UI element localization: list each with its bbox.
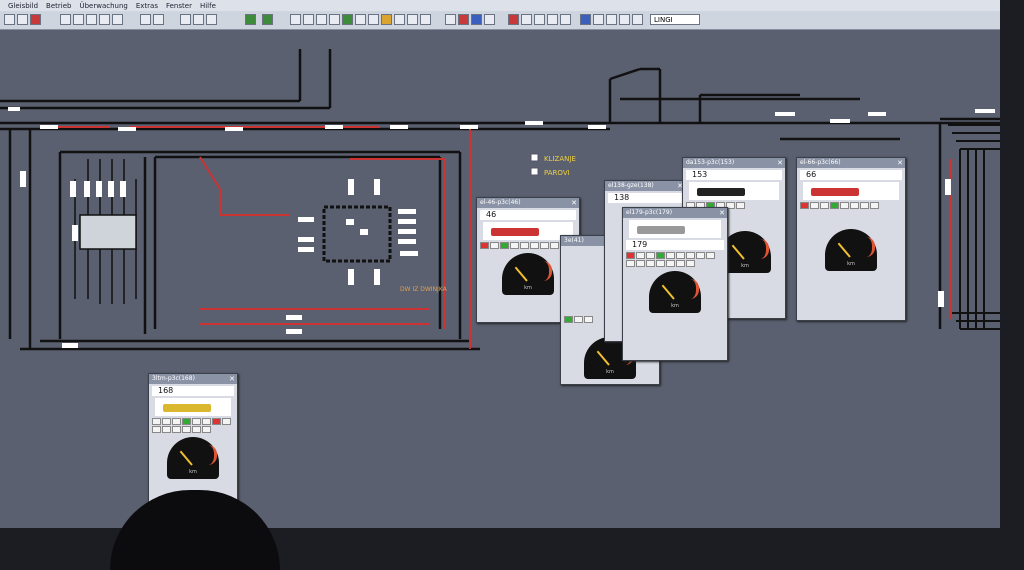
throttle-title: el138-gze(138) ✕	[605, 181, 685, 191]
throttle-window-el66[interactable]: el-66-p3c(66) ✕ 66 km	[796, 157, 906, 321]
throttle-title: el179-p3c(179) ✕	[623, 208, 727, 218]
route-icon[interactable]	[355, 14, 366, 25]
close-icon[interactable]: ✕	[897, 158, 903, 168]
redo-icon[interactable]	[153, 14, 164, 25]
open-icon[interactable]	[17, 14, 28, 25]
go-icon[interactable]	[245, 14, 256, 25]
menu-fenster[interactable]: Fenster	[166, 2, 192, 10]
table-icon[interactable]	[303, 14, 314, 25]
zoom-in-icon[interactable]	[534, 14, 545, 25]
properties-icon[interactable]	[180, 14, 191, 25]
locomotive-image	[689, 182, 779, 200]
menu-ueberwachung[interactable]: Überwachung	[79, 2, 127, 10]
new-icon[interactable]	[4, 14, 15, 25]
speed-display: 153	[686, 170, 782, 180]
locomotive-image	[155, 398, 231, 416]
right-yard-tracks	[948, 124, 1000, 330]
legend-checkboxes[interactable]	[530, 153, 539, 176]
calendar-icon[interactable]	[329, 14, 340, 25]
throttle-window-el179[interactable]: el179-p3c(179) ✕ 179 km	[622, 207, 728, 361]
speed-display: 179	[626, 240, 724, 250]
throttle-window-3ltm[interactable]: 3ltm-p3c(168) ✕ 168 km	[148, 373, 238, 503]
paste-icon[interactable]	[112, 14, 123, 25]
block-icon[interactable]	[368, 14, 379, 25]
zoom-out-icon[interactable]	[547, 14, 558, 25]
tile-icon[interactable]	[593, 14, 604, 25]
function-buttons[interactable]	[152, 418, 234, 433]
stop-icon[interactable]	[30, 14, 41, 25]
speed-display: 168	[152, 386, 234, 396]
undo-icon[interactable]	[140, 14, 151, 25]
throttle-title: el-46-p3c(46) ✕	[477, 198, 579, 208]
speed-display: 138	[608, 193, 682, 203]
network-icon[interactable]	[484, 14, 495, 25]
close-icon[interactable]: ✕	[229, 374, 235, 384]
signal-icon[interactable]	[381, 14, 392, 25]
legend-parovi: PAROVI	[544, 169, 570, 177]
save-icon[interactable]	[60, 14, 71, 25]
locomotive-icon[interactable]	[342, 14, 353, 25]
roundhouse	[322, 205, 392, 263]
throttle-title: da153-p3c(153) ✕	[683, 158, 785, 168]
speedometer: km	[825, 229, 877, 271]
print-icon[interactable]	[73, 14, 84, 25]
layers-icon[interactable]	[206, 14, 217, 25]
window-icon[interactable]	[580, 14, 591, 25]
locomotive-image	[803, 182, 899, 200]
switch-icon[interactable]	[394, 14, 405, 25]
legend-klizanje: KLIZANJE	[544, 155, 576, 163]
grid-icon[interactable]	[193, 14, 204, 25]
yard-label: DW IZ DWINJKA	[400, 286, 448, 293]
menu-gleisbild[interactable]: Gleisbild	[8, 2, 38, 10]
sound-icon[interactable]	[420, 14, 431, 25]
throttle-title: 3ltm-p3c(168) ✕	[149, 374, 237, 384]
feedback-icon[interactable]	[407, 14, 418, 25]
tools-icon[interactable]	[521, 14, 532, 25]
edit-icon[interactable]	[290, 14, 301, 25]
alarm-icon[interactable]	[458, 14, 469, 25]
toolbar: LINGI	[0, 11, 1000, 30]
help-icon[interactable]	[632, 14, 643, 25]
zoom-fit-icon[interactable]	[560, 14, 571, 25]
function-buttons[interactable]	[626, 252, 724, 267]
left-station	[74, 159, 137, 304]
close-icon[interactable]: ✕	[777, 158, 783, 168]
speed-display: 66	[800, 170, 902, 180]
speedometer: km	[649, 271, 701, 313]
layout-selector[interactable]: LINGI	[650, 14, 700, 25]
emergency-icon[interactable]	[508, 14, 519, 25]
copy-icon[interactable]	[99, 14, 110, 25]
menu-hilfe[interactable]: Hilfe	[200, 2, 216, 10]
speedometer: km	[167, 437, 219, 479]
monitor-icon[interactable]	[445, 14, 456, 25]
locomotive-image	[629, 220, 721, 238]
menu-bar: Gleisbild Betrieb Überwachung Extras Fen…	[0, 0, 1000, 11]
info-icon[interactable]	[619, 14, 630, 25]
cut-icon[interactable]	[86, 14, 97, 25]
menu-betrieb[interactable]: Betrieb	[46, 2, 71, 10]
globe-icon[interactable]	[471, 14, 482, 25]
monitor-screen: Gleisbild Betrieb Überwachung Extras Fen…	[0, 0, 1000, 528]
close-icon[interactable]: ✕	[571, 198, 577, 208]
menu-extras[interactable]: Extras	[136, 2, 158, 10]
close-icon[interactable]: ✕	[719, 208, 725, 218]
run-icon[interactable]	[262, 14, 273, 25]
speed-display: 46	[480, 210, 576, 220]
cascade-icon[interactable]	[606, 14, 617, 25]
clock-icon[interactable]	[316, 14, 327, 25]
throttle-title: el-66-p3c(66) ✕	[797, 158, 905, 168]
function-buttons[interactable]	[800, 202, 902, 209]
speedometer: km	[502, 253, 554, 295]
